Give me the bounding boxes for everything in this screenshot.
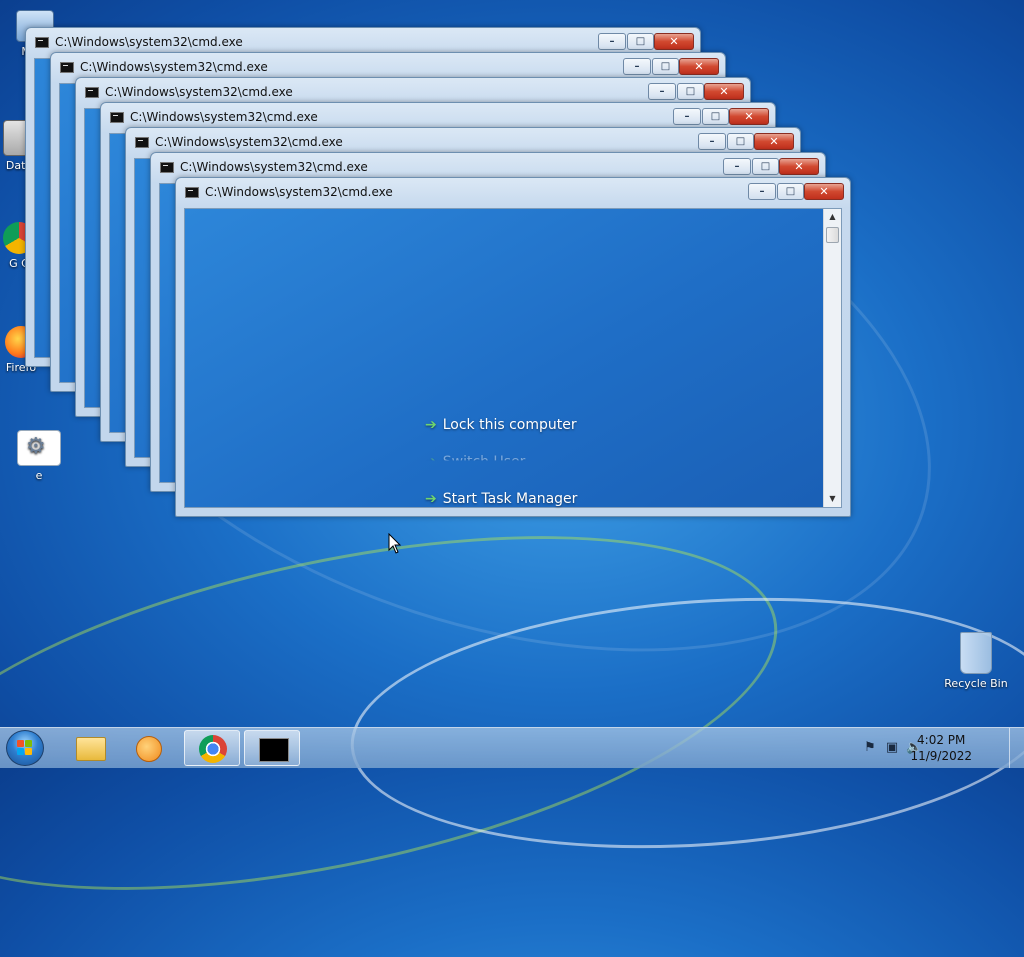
window-title: C:\Windows\system32\cmd.exe — [55, 35, 243, 49]
close-button[interactable]: ✕ — [654, 33, 694, 50]
window-titlebar[interactable]: C:\Windows\system32\cmd.exe – □ ✕ — [176, 178, 850, 208]
maximize-icon: □ — [635, 36, 646, 47]
cmd-icon — [110, 112, 124, 123]
windows-logo-icon — [17, 740, 33, 756]
chrome-icon — [199, 735, 227, 763]
desktop-icon-label: e — [35, 469, 43, 482]
scroll-up-icon[interactable]: ▲ — [824, 209, 841, 225]
show-desktop-button[interactable] — [1009, 728, 1024, 768]
minimize-button[interactable]: – — [723, 158, 751, 175]
clock-time: 4:02 PM — [917, 733, 966, 747]
maximize-icon: □ — [785, 186, 796, 197]
minimize-icon: – — [709, 136, 715, 147]
minimize-button[interactable]: – — [698, 133, 726, 150]
maximize-icon: □ — [760, 161, 771, 172]
window-title: C:\Windows\system32\cmd.exe — [105, 85, 293, 99]
clock-date: 11/9/2022 — [910, 749, 972, 763]
minimize-button[interactable]: – — [748, 183, 776, 200]
start-task-manager-option[interactable]: ➔ Start Task Manager — [425, 491, 577, 507]
taskbar-chrome[interactable] — [184, 730, 240, 766]
maximize-button[interactable]: □ — [627, 33, 654, 50]
console-area[interactable]: ▲ ▼ — [184, 208, 842, 508]
window-title: C:\Windows\system32\cmd.exe — [155, 135, 343, 149]
close-icon: ✕ — [794, 160, 804, 173]
maximize-button[interactable]: □ — [677, 83, 704, 100]
arrow-right-icon: ➔ — [425, 417, 437, 433]
close-icon: ✕ — [744, 110, 754, 123]
taskbar-file-explorer[interactable] — [62, 730, 118, 766]
start-task-manager-label: Start Task Manager — [442, 491, 578, 507]
cmd-icon — [185, 187, 199, 198]
gear-icon: ⚙ — [26, 434, 46, 459]
maximize-icon: □ — [685, 86, 696, 97]
arrow-right-icon: ➔ — [425, 491, 437, 507]
recycle-bin-icon — [960, 632, 992, 674]
close-button[interactable]: ✕ — [729, 108, 769, 125]
minimize-button[interactable]: – — [673, 108, 701, 125]
taskbar-media-player[interactable] — [122, 730, 178, 766]
minimize-icon: – — [684, 111, 690, 122]
maximize-button[interactable]: □ — [727, 133, 754, 150]
maximize-button[interactable]: □ — [752, 158, 779, 175]
close-icon: ✕ — [719, 85, 729, 98]
maximize-icon: □ — [660, 61, 671, 72]
maximize-button[interactable]: □ — [777, 183, 804, 200]
minimize-button[interactable]: – — [623, 58, 651, 75]
close-button[interactable]: ✕ — [804, 183, 844, 200]
close-icon: ✕ — [769, 135, 779, 148]
cmd-icon — [85, 87, 99, 98]
maximize-icon: □ — [710, 111, 721, 122]
minimize-icon: – — [659, 86, 665, 97]
window-title: C:\Windows\system32\cmd.exe — [80, 60, 268, 74]
cmd-icon — [259, 738, 289, 762]
close-button[interactable]: ✕ — [679, 58, 719, 75]
minimize-icon: – — [609, 36, 615, 47]
taskbar-cmd[interactable] — [244, 730, 300, 766]
taskbar: ⚑ ▣ 🔈 4:02 PM 11/9/2022 — [0, 727, 1024, 768]
minimize-icon: – — [759, 186, 765, 197]
window-title: C:\Windows\system32\cmd.exe — [205, 185, 393, 199]
desktop-icon-recycle-bin[interactable]: Recycle Bin — [940, 632, 1012, 690]
system-tray: ⚑ ▣ 🔈 4:02 PM 11/9/2022 — [854, 728, 1024, 768]
cmd-icon — [35, 37, 49, 48]
close-button[interactable]: ✕ — [704, 83, 744, 100]
maximize-button[interactable]: □ — [702, 108, 729, 125]
scroll-thumb[interactable] — [826, 227, 839, 243]
media-player-icon — [136, 736, 162, 762]
maximize-icon: □ — [735, 136, 746, 147]
minimize-button[interactable]: – — [598, 33, 626, 50]
close-button[interactable]: ✕ — [779, 158, 819, 175]
cmd-icon — [160, 162, 174, 173]
cmd-icon — [135, 137, 149, 148]
lock-computer-label: Lock this computer — [442, 417, 577, 433]
clock[interactable]: 4:02 PM 11/9/2022 — [910, 732, 972, 764]
cmd-icon — [60, 62, 74, 73]
action-center-flag-icon[interactable]: ⚑ — [862, 740, 878, 756]
settings-app-icon: ⚙ — [17, 430, 61, 466]
close-icon: ✕ — [694, 60, 704, 73]
minimize-icon: – — [734, 161, 740, 172]
vertical-scrollbar[interactable]: ▲ ▼ — [823, 209, 841, 507]
lock-computer-option[interactable]: ➔ Lock this computer — [425, 417, 577, 433]
minimize-icon: – — [634, 61, 640, 72]
desktop-icon-label: Recycle Bin — [944, 677, 1008, 690]
minimize-button[interactable]: – — [648, 83, 676, 100]
close-icon: ✕ — [669, 35, 679, 48]
close-button[interactable]: ✕ — [754, 133, 794, 150]
network-icon[interactable]: ▣ — [884, 740, 900, 756]
maximize-button[interactable]: □ — [652, 58, 679, 75]
folder-icon — [76, 737, 106, 761]
cmd-window-active[interactable]: C:\Windows\system32\cmd.exe – □ ✕ ▲ ▼ — [175, 177, 851, 517]
window-title: C:\Windows\system32\cmd.exe — [130, 110, 318, 124]
close-icon: ✕ — [819, 185, 829, 198]
mouse-cursor-icon — [388, 533, 402, 554]
start-button[interactable] — [6, 730, 44, 766]
scroll-down-icon[interactable]: ▼ — [824, 491, 841, 507]
desktop-icon-settings[interactable]: ⚙ e — [4, 430, 74, 482]
window-title: C:\Windows\system32\cmd.exe — [180, 160, 368, 174]
